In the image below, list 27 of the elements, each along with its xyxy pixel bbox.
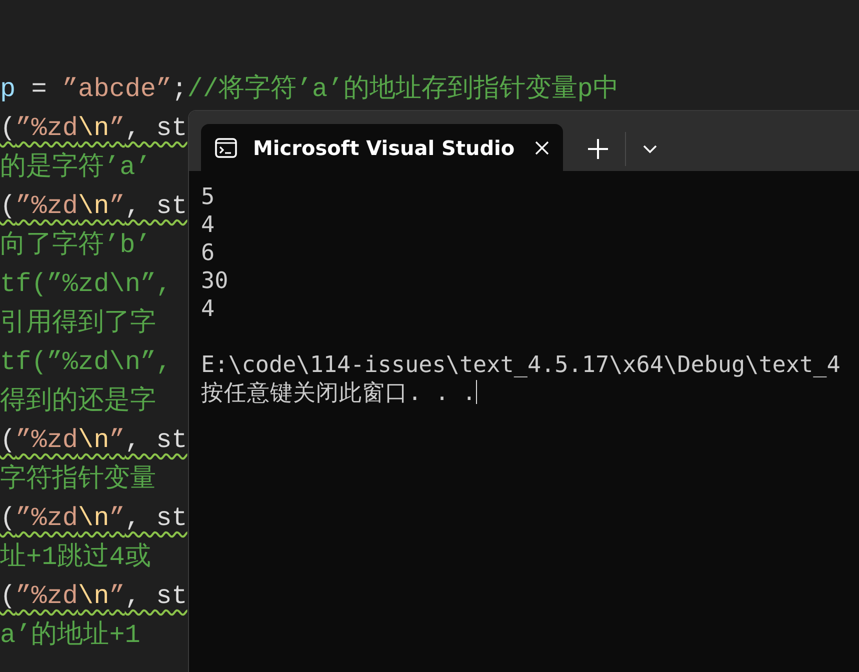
plus-icon [587, 138, 609, 160]
code-line: (”%zd\n”, st [0, 190, 188, 223]
text-cursor [476, 380, 478, 404]
code-line: tf(”%zd\n”, [0, 268, 172, 301]
output-line: 4 [201, 295, 216, 323]
code-line: 引用得到了字 [0, 307, 156, 340]
code-line: 的是字符’a’ [0, 151, 151, 184]
code-line: 得到的还是字 [0, 385, 156, 418]
output-line: 6 [201, 239, 216, 267]
output-line: 4 [201, 211, 216, 239]
output-line: 30 [201, 267, 230, 295]
code-line: (”%zd\n”, st [0, 580, 188, 613]
code-line: 字符指针变量 [0, 463, 156, 496]
code-line: (”%zd\n”, st [0, 112, 188, 145]
code-line: a’的地址+1 [0, 619, 140, 652]
prompt-text: 按任意键关闭此窗口. . . [201, 380, 476, 406]
code-line: p = ”abcde”;//将字符’a’的地址存到指针变量p中 [0, 73, 619, 106]
console-icon [215, 138, 237, 158]
code-line: (”%zd\n”, st [0, 424, 188, 457]
output-line: 5 [201, 183, 216, 211]
code-line: tf(”%zd\n”, [0, 346, 172, 379]
path-line: E:\code\114-issues\text_4.5.17\x64\Debug\text_4 [201, 351, 842, 379]
code-line: 址+1跳过4或 [0, 541, 151, 574]
terminal-tab[interactable]: Microsoft Visual Studio [201, 124, 563, 171]
code-line: (”%zd\n”, st [0, 502, 188, 535]
close-icon[interactable] [535, 140, 549, 154]
code-line: 向了字符’b’ [0, 229, 151, 262]
